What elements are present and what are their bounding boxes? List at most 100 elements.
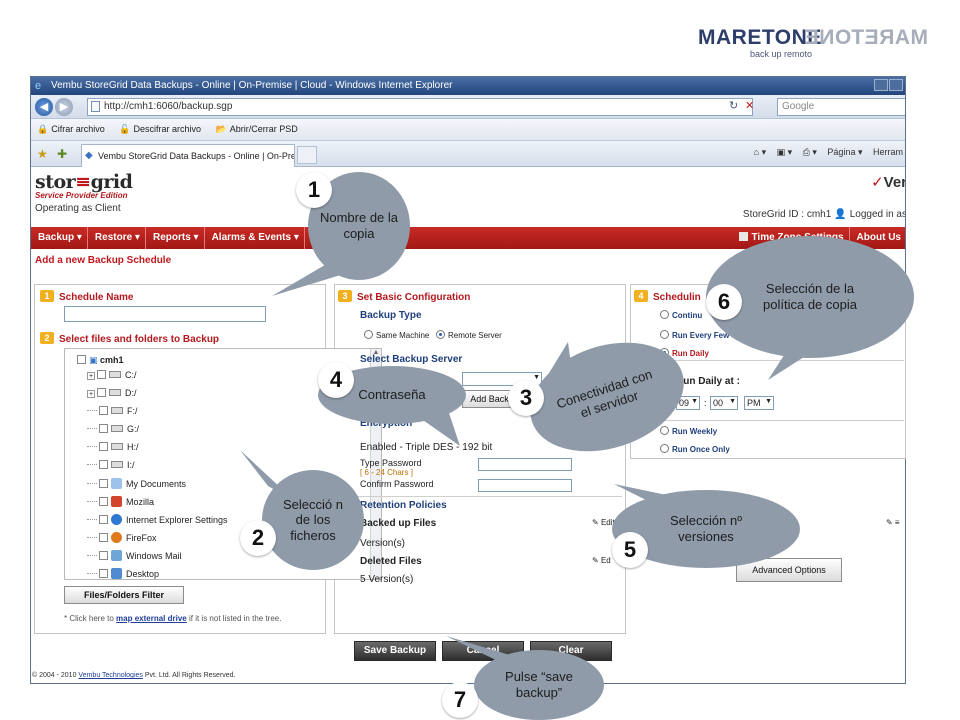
addon-toolbar: 🔒 Cifrar archivo 🔓 Descifrar archivo 📂 Abri… — [31, 119, 905, 141]
print-icon[interactable]: ⎙ ▾ — [803, 147, 817, 157]
tree-item[interactable]: + D:/ — [87, 388, 137, 402]
radio[interactable] — [364, 330, 373, 339]
tree-item[interactable]: My Documents — [87, 478, 186, 492]
footer-suffix: Pvt. Ltd. All Rights Reserved. — [144, 672, 236, 679]
expand-icon[interactable]: + — [87, 372, 95, 380]
checkbox[interactable] — [99, 406, 108, 415]
radio[interactable] — [660, 330, 669, 339]
logo-tagline: back up remoto — [750, 49, 813, 59]
url-input[interactable]: http://cmh1:6060/backup.sgp — [87, 98, 753, 116]
checkbox[interactable] — [99, 497, 108, 506]
checkbox[interactable] — [77, 355, 86, 364]
maximize-button[interactable] — [889, 79, 903, 91]
tree-root[interactable]: ▣ cmh1 — [77, 355, 124, 366]
menu-alarms-events[interactable]: Alarms & Events ▾ — [205, 227, 305, 249]
forward-icon[interactable]: ▶ — [55, 98, 73, 116]
user-icon: 👤 — [834, 209, 847, 220]
callout-text: Selección de la política de copia — [763, 281, 857, 312]
radio-label: Same Machine — [376, 331, 430, 340]
tab-storegrid[interactable]: ◆ Vembu StoreGrid Data Backups - Online … — [81, 144, 295, 167]
checkbox[interactable] — [99, 569, 108, 578]
radio[interactable] — [436, 330, 445, 339]
checkbox[interactable] — [99, 424, 108, 433]
step-number: 4 — [634, 290, 648, 302]
confirm-password-input[interactable] — [478, 479, 572, 492]
checkbox[interactable] — [99, 460, 108, 469]
deleted-versions: 5 Version(s) — [360, 574, 414, 585]
command-bar: ⌂ ▾ ▣ ▾ ⎙ ▾ Página ▾ Herram — [746, 147, 903, 158]
edit-deleted-button[interactable]: ✎ Ed — [592, 556, 611, 565]
checkbox[interactable] — [97, 370, 106, 379]
checkbox[interactable] — [99, 479, 108, 488]
tree-item[interactable]: Mozilla — [87, 496, 154, 510]
tree-connector — [87, 428, 97, 429]
edition-label: Service Provider Edition — [35, 191, 128, 200]
radio[interactable] — [660, 310, 669, 319]
tree-item[interactable]: H:/ — [87, 442, 139, 456]
open-close-psd-button[interactable]: 📂 Abrir/Cerrar PSD — [216, 124, 298, 134]
menu-reports[interactable]: Reports ▾ — [146, 227, 205, 249]
schedule-continuous[interactable]: Continu — [660, 310, 702, 320]
vembu-link[interactable]: Vembu Technologies — [78, 672, 142, 679]
logged-in-text: Logged in as — [849, 209, 906, 220]
storegrid-logo: stor≡grid — [35, 171, 133, 193]
page-menu[interactable]: Página ▾ — [827, 147, 862, 157]
minimize-button[interactable] — [874, 79, 888, 91]
tree-item[interactable]: G:/ — [87, 424, 139, 438]
tools-menu[interactable]: Herram — [873, 147, 903, 157]
back-icon[interactable]: ◀ — [35, 98, 53, 116]
refresh-icon[interactable]: ↻ — [729, 99, 738, 112]
tree-connector — [87, 464, 97, 465]
checkbox[interactable] — [99, 515, 108, 524]
checkbox[interactable] — [99, 442, 108, 451]
menu-backup[interactable]: Backup ▾ — [31, 227, 88, 249]
expand-icon[interactable]: + — [87, 390, 95, 398]
callout-text: Pulse “save backup” — [505, 669, 573, 700]
stop-icon[interactable]: ✕ — [745, 99, 754, 112]
decrypt-file-button[interactable]: 🔓 Descifrar archivo — [119, 124, 201, 134]
tree-item[interactable]: F:/ — [87, 406, 138, 420]
section-title: Schedulin — [653, 292, 701, 303]
ie-icon: e — [35, 80, 42, 92]
tree-item[interactable]: Desktop — [87, 568, 159, 579]
radio-label: Run Once Only — [672, 445, 730, 454]
new-tab-button[interactable] — [297, 146, 317, 164]
type-password-input[interactable] — [478, 458, 572, 471]
schedule-every-few[interactable]: Run Every Few — [660, 330, 729, 340]
page-favicon-icon: ◆ — [85, 150, 93, 161]
save-backup-button[interactable]: Save Backup — [354, 641, 436, 661]
tree-item[interactable]: + C:/ — [87, 370, 137, 384]
scheduling-heading: 4 Schedulin — [634, 290, 701, 303]
ampm-select[interactable]: PM ▼ — [744, 396, 774, 410]
chevron-down-icon: ▼ — [533, 374, 540, 381]
home-icon[interactable]: ⌂ ▾ — [754, 147, 766, 157]
tree-item[interactable]: Internet Explorer Settings — [87, 514, 228, 528]
url-text: http://cmh1:6060/backup.sgp — [104, 101, 233, 112]
schedule-run-weekly[interactable]: Run Weekly — [660, 426, 717, 436]
feeds-icon[interactable]: ▣ ▾ — [777, 147, 793, 157]
schedule-name-input[interactable] — [64, 306, 266, 322]
radio[interactable] — [660, 444, 669, 453]
brand-suffix: grid — [90, 171, 133, 193]
radio[interactable] — [660, 426, 669, 435]
checkbox[interactable] — [99, 551, 108, 560]
checkbox[interactable] — [99, 533, 108, 542]
remote-server-radio[interactable]: Remote Server — [436, 330, 502, 340]
same-machine-radio[interactable]: Same Machine — [364, 330, 429, 340]
tree-item[interactable]: Windows Mail — [87, 550, 182, 564]
schedule-run-once[interactable]: Run Once Only — [660, 444, 730, 454]
favorites-star-icon[interactable]: ★ — [37, 147, 48, 161]
tree-item[interactable]: FireFox — [87, 532, 157, 546]
menu-restore[interactable]: Restore ▾ — [88, 227, 146, 249]
map-external-drive-link[interactable]: map external drive — [116, 614, 187, 623]
folder-icon: 📂 — [215, 124, 227, 134]
tree-item[interactable]: I:/ — [87, 460, 135, 474]
edit-icon[interactable]: ✎ ≡ — [886, 518, 900, 527]
divider — [356, 496, 622, 497]
search-input[interactable]: Google — [777, 98, 905, 116]
encrypt-file-button[interactable]: 🔒 Cifrar archivo — [37, 124, 105, 134]
minute-select[interactable]: 00 ▼ — [710, 396, 738, 410]
checkbox[interactable] — [97, 388, 106, 397]
files-folders-filter-button[interactable]: Files/Folders Filter — [64, 586, 184, 604]
add-favorites-icon[interactable]: ✚ — [57, 147, 67, 161]
